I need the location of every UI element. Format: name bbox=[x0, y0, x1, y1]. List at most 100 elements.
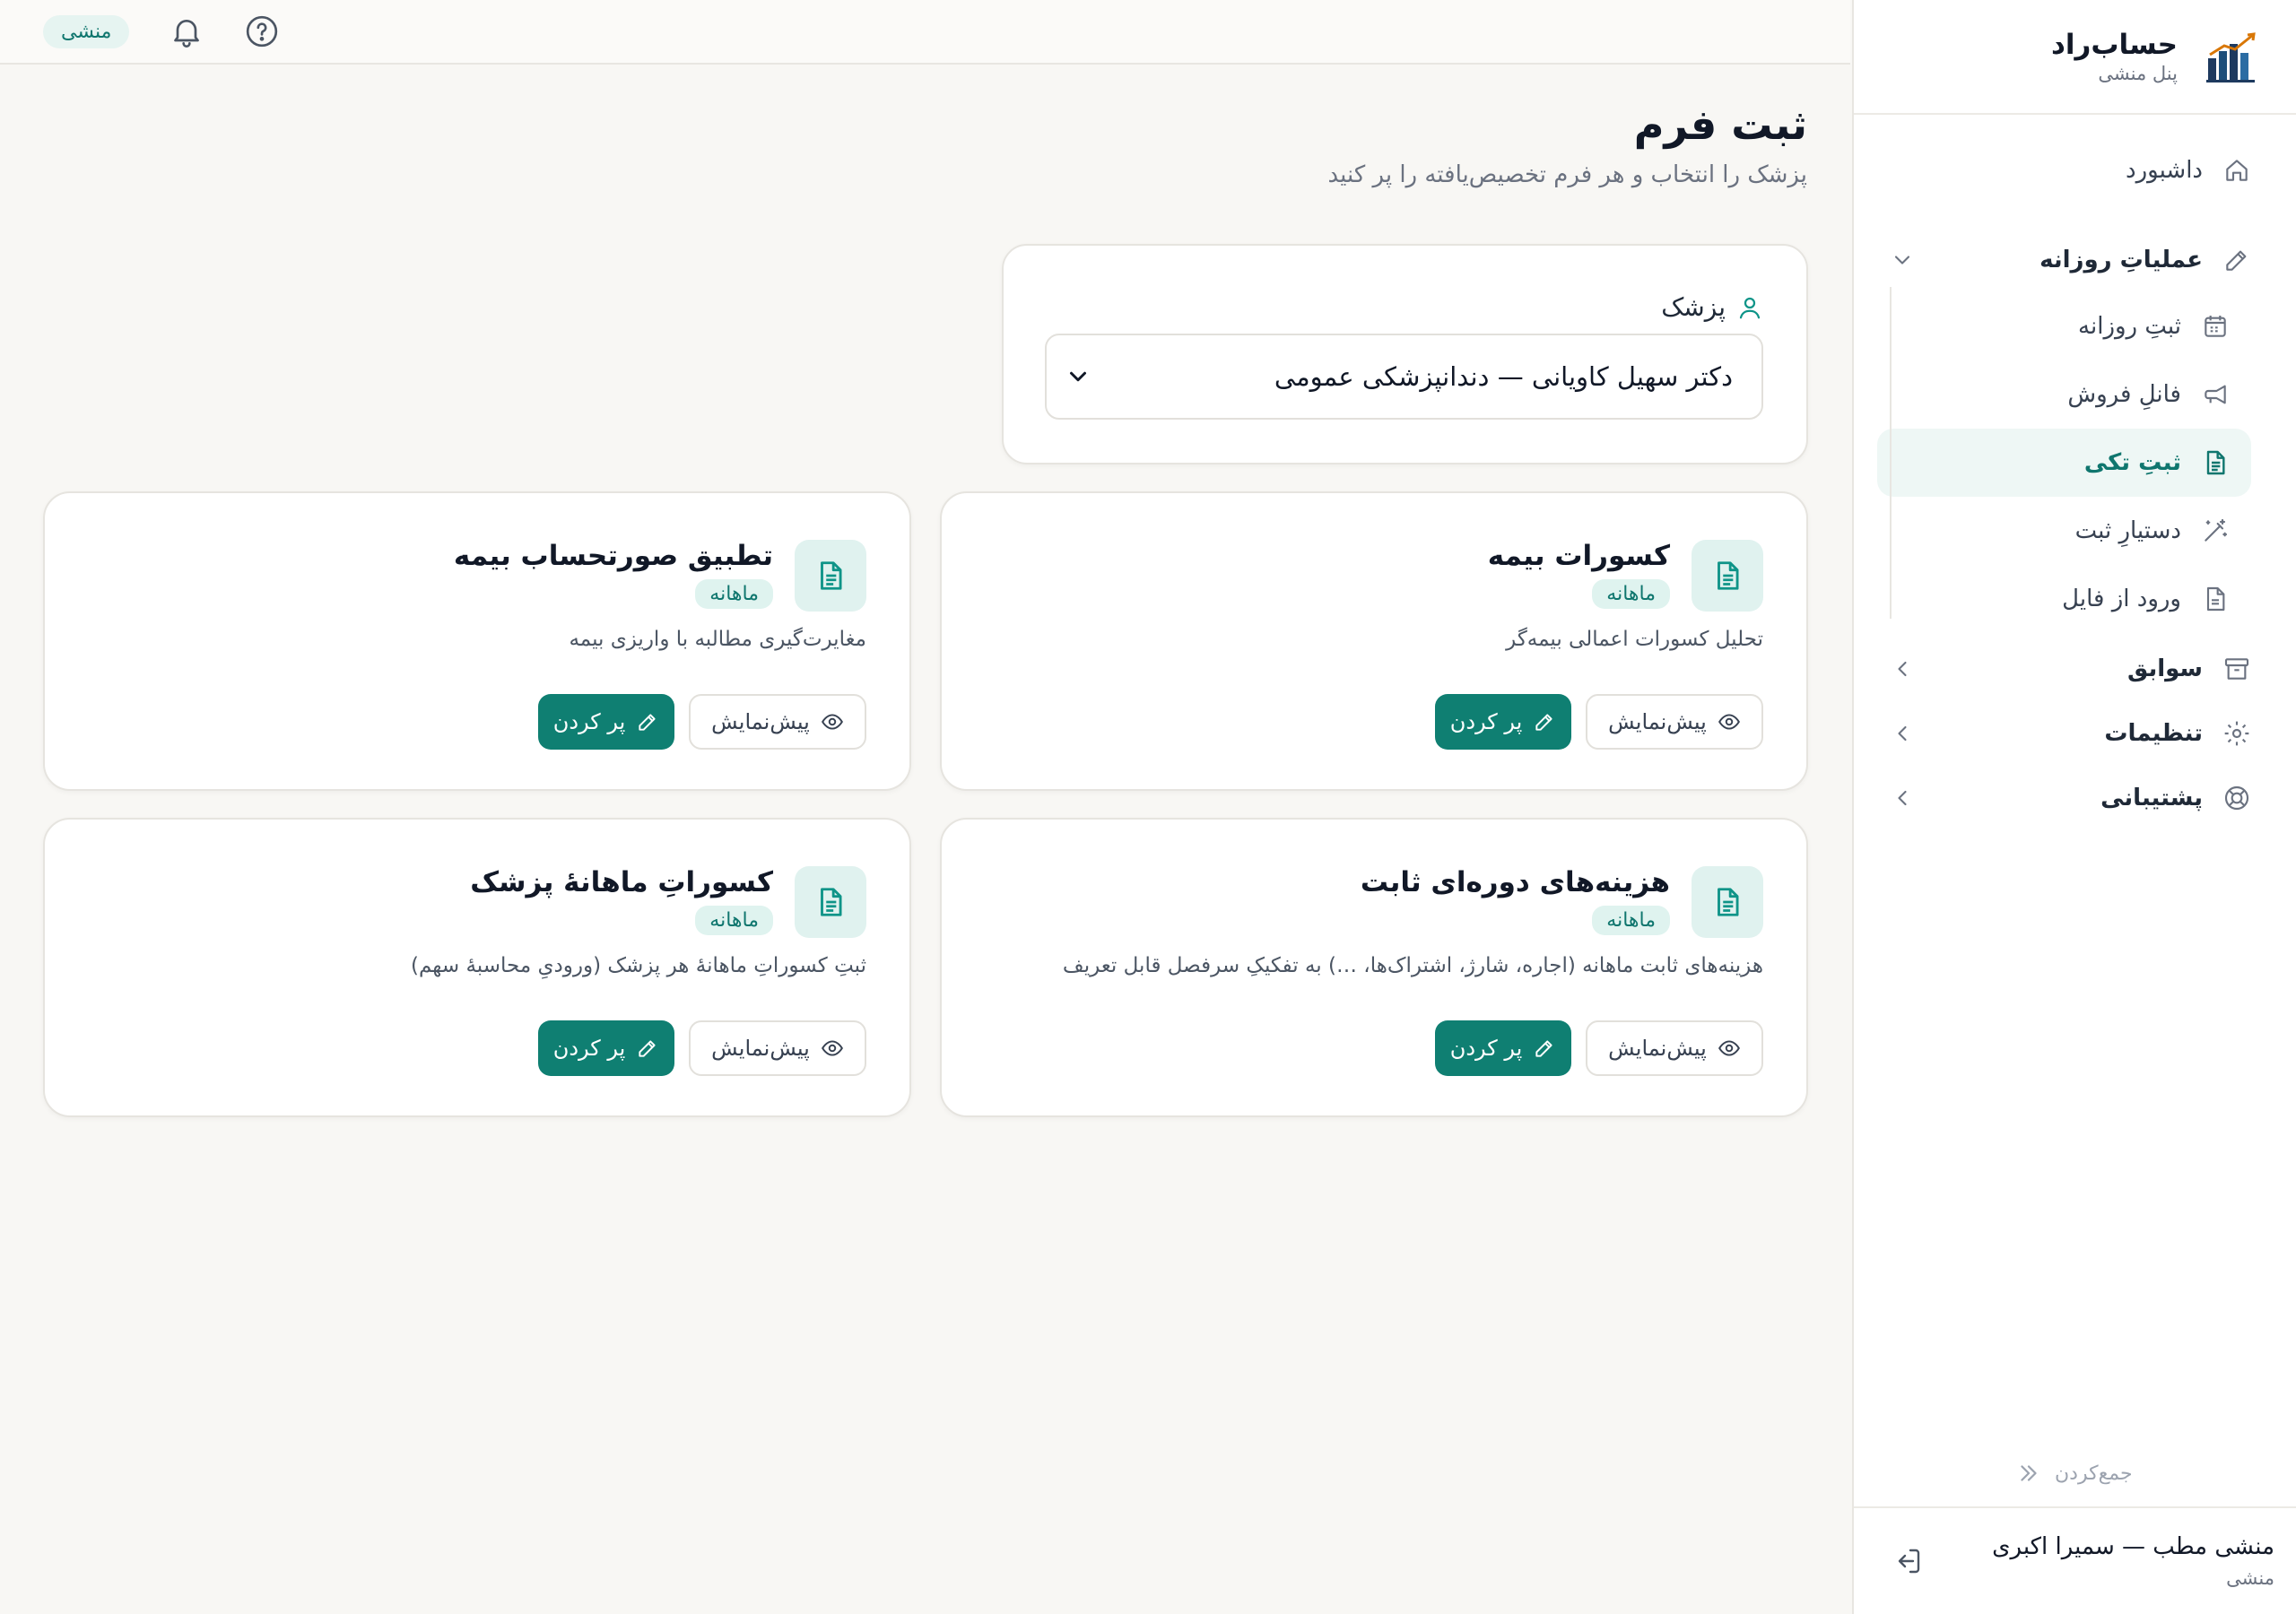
chevron-down-icon bbox=[1070, 371, 1086, 382]
logout-icon[interactable] bbox=[1892, 1545, 1924, 1577]
fill-label: پر کردن bbox=[1449, 1036, 1523, 1061]
eye-icon bbox=[1718, 714, 1740, 730]
preview-button[interactable]: پیش‌نمایش bbox=[689, 694, 866, 750]
sidebar-item-file-import[interactable]: ورود از فایل bbox=[1877, 565, 2251, 633]
page-subtitle: پزشک را انتخاب و هر فرم تخصیص‌یافته را پ… bbox=[1327, 161, 1808, 188]
sidebar-item-entry-assistant[interactable]: دستیارِ ثبت bbox=[1877, 497, 2251, 565]
sidebar-group-settings[interactable]: تنظیمات bbox=[1877, 701, 2273, 766]
role-chip: منشی bbox=[43, 14, 130, 48]
doctor-select[interactable]: دکتر سهیل کاویانی — دندانپزشکی عمومی bbox=[1045, 334, 1763, 420]
page-header: ثبت فرم پزشک را انتخاب و هر فرم تخصیص‌یا… bbox=[1328, 100, 1808, 188]
double-chevron-right-icon bbox=[2021, 1465, 2037, 1481]
doctor-picker-card: پزشک دکتر سهیل کاویانی — دندانپزشکی عموم… bbox=[1002, 244, 1808, 464]
doctor-label: پزشک bbox=[1661, 292, 1763, 322]
sidebar-item-daily-entry[interactable]: ثبتِ روزانه bbox=[1877, 292, 2251, 360]
archive-icon bbox=[2224, 658, 2249, 680]
sidebar-group-support[interactable]: پشتیبانی bbox=[1877, 766, 2273, 830]
fill-button[interactable]: پر کردن bbox=[538, 694, 674, 750]
sidebar-item-dashboard[interactable]: داشبورد bbox=[1877, 138, 2273, 203]
document-icon bbox=[1718, 888, 1739, 916]
pencil-icon bbox=[639, 714, 656, 731]
sidebar-item-label: داشبورد bbox=[2126, 157, 2203, 184]
form-card: تطبیق صورتحساب بیمه ماهانه مغایرت‌گیری م… bbox=[43, 491, 911, 791]
form-description: تحلیل کسورات اعمالی بیمه‌گر bbox=[1506, 628, 1763, 651]
doctor-label-text: پزشک bbox=[1661, 292, 1726, 322]
sidebar-item-label: ثبتِ روزانه bbox=[2078, 313, 2181, 340]
fill-label: پر کردن bbox=[1449, 709, 1523, 734]
collapse-button[interactable]: جمع‌کردن bbox=[1854, 1460, 2296, 1487]
sidebar-group-label: سوابق bbox=[2127, 655, 2203, 682]
pencil-icon bbox=[1535, 714, 1552, 731]
preview-button[interactable]: پیش‌نمایش bbox=[1586, 694, 1763, 750]
fill-label: پر کردن bbox=[552, 1036, 626, 1061]
fill-button[interactable]: پر کردن bbox=[538, 1020, 674, 1076]
lifebuoy-icon bbox=[2224, 785, 2249, 811]
form-card: کسورات بیمه ماهانه تحلیل کسورات اعمالی ب… bbox=[940, 491, 1808, 791]
form-icon-box bbox=[1692, 540, 1763, 612]
sidebar-item-label: فانلِ فروش bbox=[2067, 381, 2181, 408]
sidebar-item-sales-funnel[interactable]: فانلِ فروش bbox=[1877, 360, 2251, 429]
form-icon-box bbox=[795, 540, 866, 612]
chevron-down-icon bbox=[1894, 256, 1910, 265]
calendar-icon bbox=[2205, 316, 2226, 337]
page-title: ثبت فرم bbox=[1633, 100, 1807, 149]
sidebar-item-label: دستیارِ ثبت bbox=[2074, 517, 2181, 544]
form-description: هزینه‌های ثابت ماهانه (اجاره، شارژ، اشتر… bbox=[1062, 954, 1763, 977]
sidebar-nav: داشبورد عملیاتِ روزانه ثبتِ روزانه فانلِ… bbox=[1854, 115, 2296, 830]
bell-icon[interactable] bbox=[169, 13, 204, 49]
frequency-badge: ماهانه bbox=[1592, 906, 1670, 935]
fill-button[interactable]: پر کردن bbox=[1435, 694, 1571, 750]
preview-button[interactable]: پیش‌نمایش bbox=[1586, 1020, 1763, 1076]
preview-label: پیش‌نمایش bbox=[711, 709, 810, 734]
form-title: کسورات بیمه bbox=[1487, 540, 1670, 572]
chevron-left-icon bbox=[1898, 790, 1907, 806]
file-icon bbox=[2206, 586, 2225, 612]
frequency-badge: ماهانه bbox=[1592, 579, 1670, 609]
user-name: منشی مطب — سمیرا اکبری bbox=[1992, 1533, 2274, 1560]
form-description: ثبتِ کسوراتِ ماهانهٔ هر پزشک (ورودیِ محا… bbox=[411, 954, 866, 977]
fill-label: پر کردن bbox=[552, 709, 626, 734]
eye-icon bbox=[821, 714, 843, 730]
pencil-icon bbox=[639, 1040, 656, 1057]
eye-icon bbox=[1718, 1040, 1740, 1056]
pencil-icon bbox=[2226, 250, 2247, 271]
form-title: کسوراتِ ماهانهٔ پزشک bbox=[470, 866, 773, 898]
sidebar-group-history[interactable]: سوابق bbox=[1877, 637, 2273, 701]
frequency-badge: ماهانه bbox=[695, 906, 773, 935]
preview-label: پیش‌نمایش bbox=[1608, 1036, 1707, 1061]
user-icon bbox=[1739, 297, 1761, 318]
sidebar-group-daily-ops[interactable]: عملیاتِ روزانه bbox=[1877, 228, 2273, 292]
logo-icon bbox=[2206, 32, 2256, 82]
document-icon bbox=[1718, 561, 1739, 590]
document-icon bbox=[2206, 450, 2225, 475]
preview-label: پیش‌نمایش bbox=[1608, 709, 1707, 734]
chevron-left-icon bbox=[1898, 725, 1907, 742]
user-role: منشی bbox=[2226, 1567, 2274, 1589]
doctor-select-value: دکتر سهیل کاویانی — دندانپزشکی عمومی bbox=[1274, 361, 1733, 392]
help-icon[interactable] bbox=[244, 13, 280, 49]
brand-subtitle: پنل منشی bbox=[2098, 63, 2178, 84]
gear-icon bbox=[2224, 721, 2249, 746]
fill-button[interactable]: پر کردن bbox=[1435, 1020, 1571, 1076]
chevron-left-icon bbox=[1898, 661, 1907, 677]
preview-label: پیش‌نمایش bbox=[711, 1036, 810, 1061]
submenu-rail bbox=[1890, 287, 1892, 619]
collapse-label: جمع‌کردن bbox=[2055, 1462, 2133, 1485]
sidebar-item-label: ورود از فایل bbox=[2062, 586, 2181, 612]
magic-wand-icon bbox=[2205, 518, 2228, 542]
form-card: هزینه‌های دوره‌ای ثابت ماهانه هزینه‌های … bbox=[940, 818, 1808, 1117]
sidebar-item-label: ثبتِ تکی bbox=[2083, 449, 2181, 476]
form-icon-box bbox=[1692, 866, 1763, 938]
home-icon bbox=[2226, 160, 2248, 181]
document-icon bbox=[821, 888, 842, 916]
form-title: تطبیق صورتحساب بیمه bbox=[453, 540, 773, 572]
pencil-icon bbox=[1535, 1040, 1552, 1057]
preview-button[interactable]: پیش‌نمایش bbox=[689, 1020, 866, 1076]
brand-title: حساب‌راد bbox=[2050, 29, 2178, 61]
eye-icon bbox=[821, 1040, 843, 1056]
form-card: کسوراتِ ماهانهٔ پزشک ماهانه ثبتِ کسوراتِ… bbox=[43, 818, 911, 1117]
brand: حساب‌راد پنل منشی bbox=[1854, 0, 2296, 115]
sidebar-group-label: تنظیمات bbox=[2104, 720, 2203, 747]
sidebar-item-single-entry[interactable]: ثبتِ تکی bbox=[1877, 429, 2251, 497]
form-icon-box bbox=[795, 866, 866, 938]
